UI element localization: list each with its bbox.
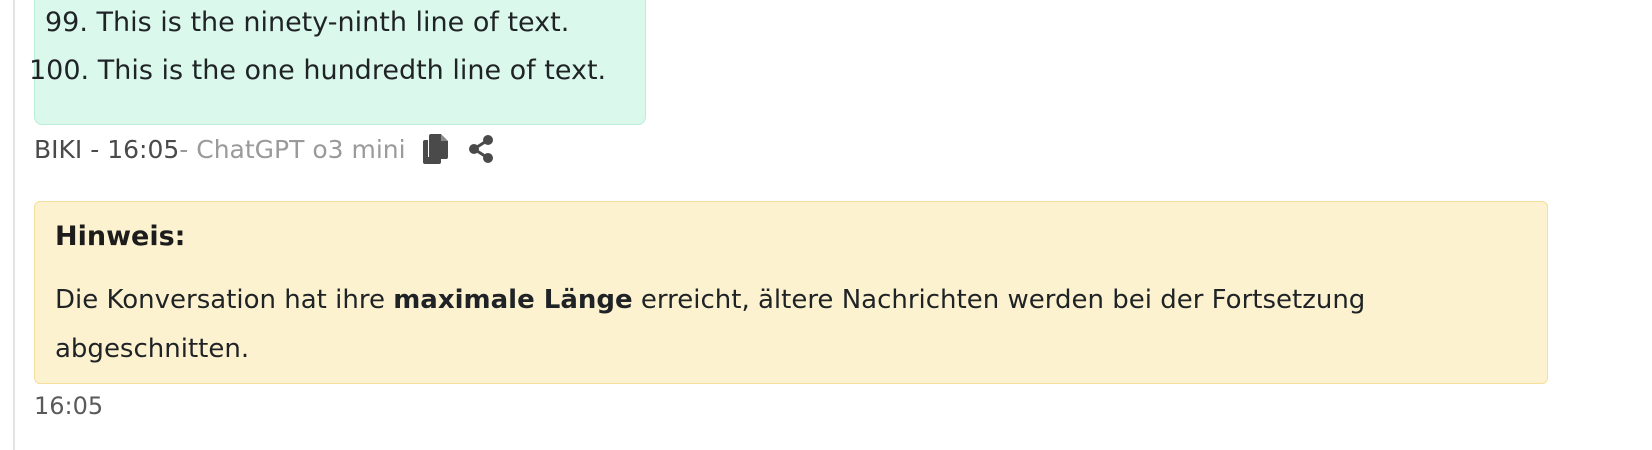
notice-title: Hinweis: bbox=[55, 221, 186, 252]
message-line-99: 99. This is the ninety-ninth line of tex… bbox=[45, 7, 569, 39]
message-line-100: 100. This is the one hundredth line of t… bbox=[29, 55, 606, 87]
thread-divider bbox=[13, 0, 15, 450]
message-meta: BIKI - 16:05 - ChatGPT o3 mini bbox=[34, 132, 496, 166]
notice-text-bold: maximale Länge bbox=[393, 285, 633, 315]
notice-text: Die Konversation hat ihre maximale Länge… bbox=[55, 276, 1435, 374]
line-text: This is the one hundredth line of text. bbox=[97, 55, 607, 86]
notice-text-start: Die Konversation hat ihre bbox=[55, 285, 394, 315]
message-author-time: BIKI - 16:05 bbox=[34, 134, 180, 164]
message-model: - ChatGPT o3 mini bbox=[179, 134, 406, 164]
conversation-limit-notice: Hinweis: Die Konversation hat ihre maxim… bbox=[34, 201, 1548, 384]
message-bubble: 99. This is the ninety-ninth line of tex… bbox=[29, 0, 646, 125]
notice-timestamp: 16:05 bbox=[34, 392, 104, 420]
copy-icon[interactable] bbox=[420, 133, 450, 165]
line-number: 99. bbox=[45, 7, 88, 38]
line-number: 100. bbox=[29, 55, 90, 86]
chat-page: 99. This is the ninety-ninth line of tex… bbox=[0, 0, 1652, 450]
line-text: This is the ninety-ninth line of text. bbox=[96, 7, 570, 38]
share-icon[interactable] bbox=[466, 133, 496, 165]
